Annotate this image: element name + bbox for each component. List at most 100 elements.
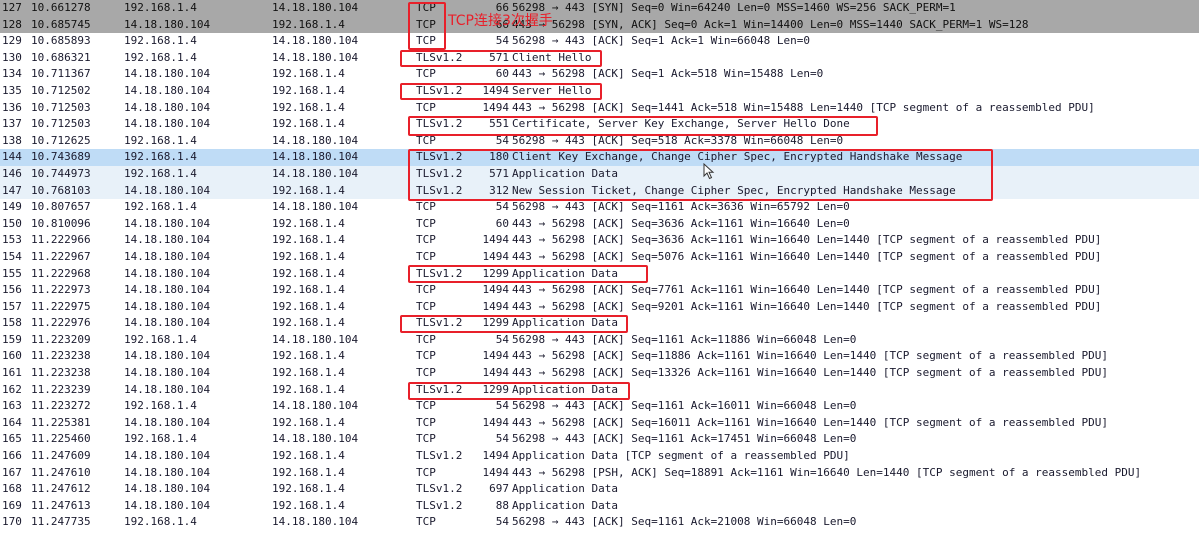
packet-protocol: TLSv1.2 (416, 150, 463, 164)
packet-source: 14.18.180.104 (124, 249, 211, 263)
packet-source: 14.18.180.104 (124, 233, 211, 247)
packet-length: 54 (495, 432, 509, 446)
packet-row[interactable]: 127 10.661278 192.168.1.4 14.18.180.104 TCP 6… (0, 0, 1199, 17)
packet-destination: 192.168.1.4 (272, 316, 345, 330)
packet-row[interactable]: 157 11.222975 14.18.180.104 192.168.1.4 TCP 1… (0, 299, 1199, 316)
packet-info: Application Data (512, 498, 618, 512)
packet-source: 14.18.180.104 (124, 266, 211, 280)
packet-row[interactable]: 136 10.712503 14.18.180.104 192.168.1.4 TCP 1… (0, 100, 1199, 117)
packet-time: 10.807657 (31, 200, 91, 214)
packet-number: 165 (2, 432, 22, 446)
packet-row[interactable]: 149 10.807657 192.168.1.4 14.18.180.104 TCP 5… (0, 199, 1199, 216)
packet-row[interactable]: 168 11.247612 14.18.180.104 192.168.1.4 TLSv… (0, 481, 1199, 498)
packet-protocol: TLSv1.2 (416, 449, 463, 463)
packet-protocol: TCP (416, 465, 436, 479)
packet-info: Client Hello (512, 50, 592, 64)
packet-row[interactable]: 155 11.222968 14.18.180.104 192.168.1.4 TLSv… (0, 266, 1199, 283)
packet-row[interactable]: 130 10.686321 192.168.1.4 14.18.180.104 TLSv… (0, 50, 1199, 67)
packet-time: 11.247735 (31, 515, 91, 529)
packet-source: 14.18.180.104 (124, 67, 211, 81)
packet-time: 10.810096 (31, 216, 91, 230)
packet-source: 14.18.180.104 (124, 216, 211, 230)
packet-number: 127 (2, 1, 22, 14)
packet-number: 160 (2, 349, 22, 363)
packet-row[interactable]: 154 11.222967 14.18.180.104 192.168.1.4 TCP 1… (0, 249, 1199, 266)
packet-number: 166 (2, 449, 22, 463)
packet-time: 11.222973 (31, 283, 91, 297)
packet-destination: 14.18.180.104 (272, 432, 359, 446)
packet-row[interactable]: 137 10.712503 14.18.180.104 192.168.1.4 TLSv… (0, 116, 1199, 133)
packet-number: 161 (2, 366, 22, 380)
packet-row[interactable]: 135 10.712502 14.18.180.104 192.168.1.4 TLSv… (0, 83, 1199, 100)
packet-protocol: TCP (416, 34, 436, 48)
packet-length: 1494 (482, 366, 510, 380)
packet-row[interactable]: 128 10.685745 14.18.180.104 192.168.1.4 TCP 6… (0, 16, 1199, 34)
packet-info: 443 → 56298 [ACK] Seq=13326 Ack=1161 Win… (512, 366, 1109, 380)
packet-row[interactable]: 134 10.711367 14.18.180.104 192.168.1.4 TCP 6… (0, 66, 1199, 83)
packet-info: Certificate, Server Key Exchange, Server… (512, 117, 850, 131)
packet-row[interactable]: 165 11.225460 192.168.1.4 14.18.180.104 TCP 5… (0, 431, 1199, 448)
packet-time: 11.247609 (31, 449, 91, 463)
packet-row[interactable]: 156 11.222973 14.18.180.104 192.168.1.4 TCP 1… (0, 282, 1199, 299)
packet-number: 144 (2, 150, 22, 164)
packet-number: 153 (2, 233, 22, 247)
packet-length: 1299 (482, 266, 510, 280)
packet-row[interactable]: 160 11.223238 14.18.180.104 192.168.1.4 TCP 1… (0, 348, 1199, 365)
packet-number: 159 (2, 332, 22, 346)
packet-protocol: TCP (416, 399, 436, 413)
packet-time: 11.223272 (31, 399, 91, 413)
packet-row[interactable]: 138 10.712625 192.168.1.4 14.18.180.104 TCP 5… (0, 133, 1199, 150)
packet-destination: 192.168.1.4 (272, 465, 345, 479)
packet-protocol: TCP (416, 233, 436, 247)
packet-info: 443 → 56298 [ACK] Seq=16011 Ack=1161 Win… (512, 415, 1109, 429)
packet-length: 60 (495, 216, 509, 230)
packet-time: 11.222966 (31, 233, 91, 247)
packet-row[interactable]: 161 11.223238 14.18.180.104 192.168.1.4 TCP 1… (0, 365, 1199, 382)
packet-source: 192.168.1.4 (124, 432, 197, 446)
packet-protocol: TCP (416, 515, 436, 529)
packet-protocol: TLSv1.2 (416, 117, 463, 131)
packet-number: 147 (2, 183, 22, 197)
packet-row[interactable]: 146 10.744973 192.168.1.4 14.18.180.104 TLSv… (0, 165, 1199, 183)
packet-info: Application Data (512, 166, 618, 180)
packet-row[interactable]: 163 11.223272 192.168.1.4 14.18.180.104 TCP 5… (0, 398, 1199, 415)
packet-destination: 14.18.180.104 (272, 200, 359, 214)
packet-destination: 14.18.180.104 (272, 133, 359, 147)
packet-row[interactable]: 169 11.247613 14.18.180.104 192.168.1.4 TLSv… (0, 498, 1199, 515)
packet-row[interactable]: 170 11.247735 192.168.1.4 14.18.180.104 TCP 5… (0, 514, 1199, 531)
packet-row[interactable]: 159 11.223209 192.168.1.4 14.18.180.104 TCP 5… (0, 332, 1199, 349)
packet-row[interactable]: 153 11.222966 14.18.180.104 192.168.1.4 TCP 1… (0, 232, 1199, 249)
packet-number: 167 (2, 465, 22, 479)
packet-row[interactable]: 158 11.222976 14.18.180.104 192.168.1.4 TLSv… (0, 315, 1199, 332)
packet-row[interactable]: 150 10.810096 14.18.180.104 192.168.1.4 TCP 6… (0, 216, 1199, 233)
packet-time: 10.711367 (31, 67, 91, 81)
packet-source: 192.168.1.4 (124, 399, 197, 413)
packet-info: 443 → 56298 [ACK] Seq=3636 Ack=1161 Win=… (512, 233, 1102, 247)
packet-destination: 192.168.1.4 (272, 117, 345, 131)
packet-protocol: TLSv1.2 (416, 316, 463, 330)
packet-source: 192.168.1.4 (124, 200, 197, 214)
packet-protocol: TLSv1.2 (416, 482, 463, 496)
packet-number: 156 (2, 283, 22, 297)
packet-time: 10.685745 (31, 17, 91, 31)
packet-length: 54 (495, 515, 509, 529)
packet-row[interactable]: 144 10.743689 192.168.1.4 14.18.180.104 TLSv… (0, 149, 1199, 166)
packet-list[interactable]: 127 10.661278 192.168.1.4 14.18.180.104 TCP 6… (0, 0, 1199, 531)
packet-row[interactable]: 167 11.247610 14.18.180.104 192.168.1.4 TCP 1… (0, 465, 1199, 482)
packet-row[interactable]: 164 11.225381 14.18.180.104 192.168.1.4 TCP 1… (0, 415, 1199, 432)
packet-row[interactable]: 147 10.768103 14.18.180.104 192.168.1.4 TLSv… (0, 182, 1199, 200)
packet-source: 192.168.1.4 (124, 34, 197, 48)
packet-info: 443 → 56298 [ACK] Seq=1 Ack=518 Win=1548… (512, 67, 824, 81)
packet-protocol: TCP (416, 216, 436, 230)
packet-row[interactable]: 166 11.247609 14.18.180.104 192.168.1.4 TLSv… (0, 448, 1199, 465)
packet-destination: 192.168.1.4 (272, 449, 345, 463)
packet-row[interactable]: 129 10.685893 192.168.1.4 14.18.180.104 TCP 5… (0, 33, 1199, 50)
packet-length: 54 (495, 200, 509, 214)
packet-protocol: TLSv1.2 (416, 50, 463, 64)
packet-info: 443 → 56298 [PSH, ACK] Seq=18891 Ack=116… (512, 465, 1142, 479)
packet-source: 192.168.1.4 (124, 150, 197, 164)
packet-info: Client Key Exchange, Change Cipher Spec,… (512, 150, 963, 164)
packet-row[interactable]: 162 11.223239 14.18.180.104 192.168.1.4 TLSv… (0, 382, 1199, 399)
packet-protocol: TCP (416, 432, 436, 446)
handshake-annotation: TCP连接3次握手 (448, 13, 553, 29)
